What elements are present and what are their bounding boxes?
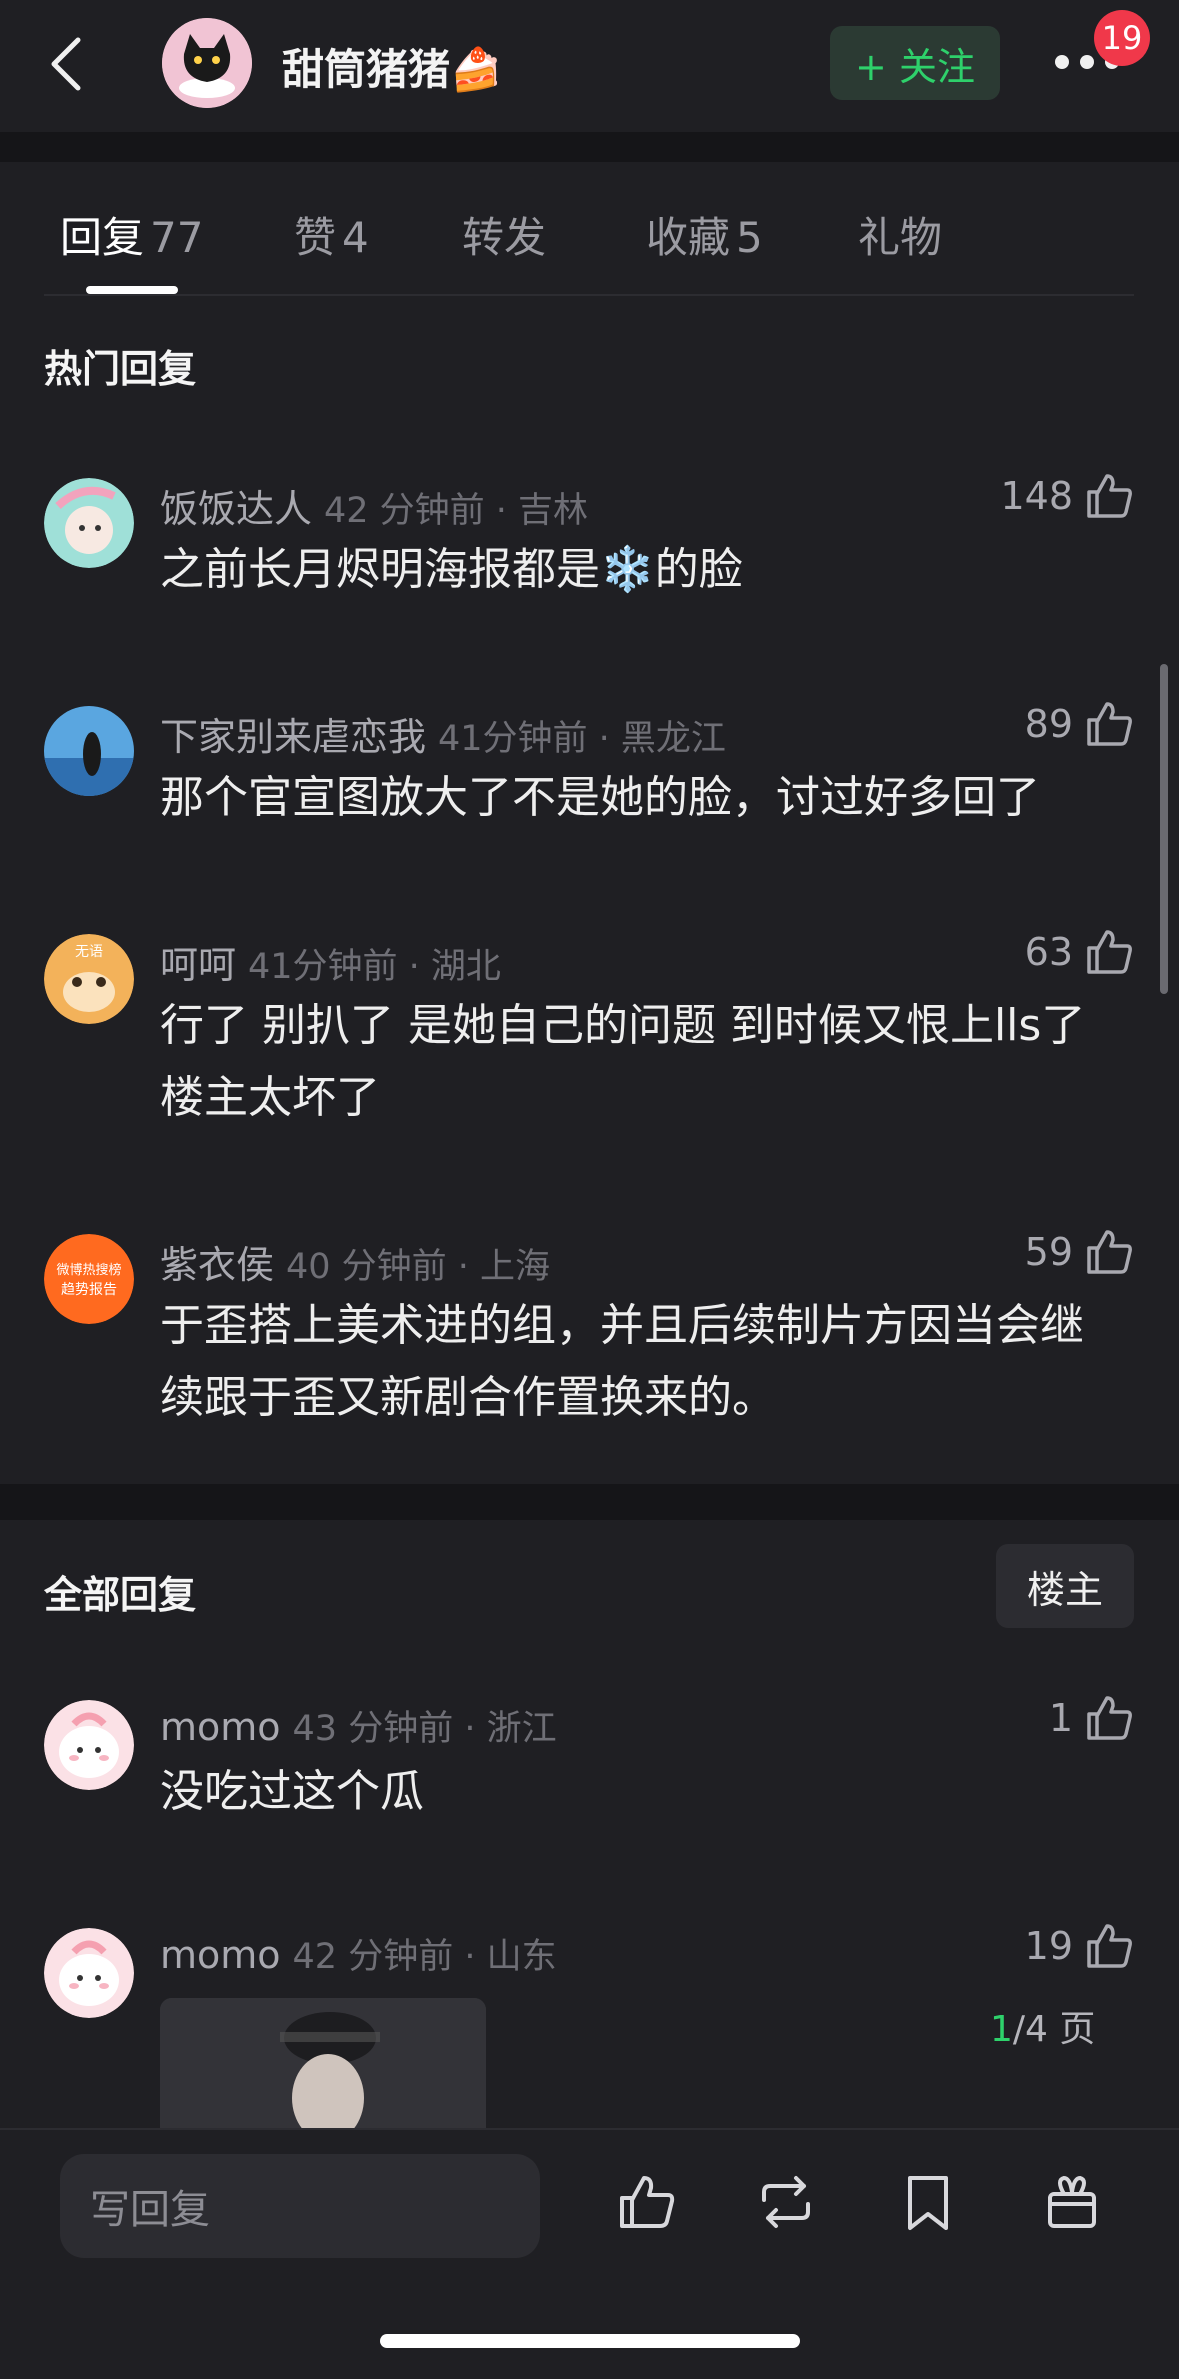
- comment-image[interactable]: [160, 1998, 486, 2128]
- thumbs-up-icon: [1087, 1924, 1132, 1968]
- comment-text: 没吃过这个瓜: [160, 1766, 424, 1817]
- tab-likes[interactable]: 赞4: [294, 204, 369, 265]
- commenter-name[interactable]: momo: [160, 1705, 281, 1749]
- tab-divider: [44, 294, 1134, 296]
- like-control[interactable]: 148: [1000, 470, 1135, 522]
- commenter-name[interactable]: 饭饭达人: [160, 487, 312, 531]
- tab-label: 转发: [462, 213, 547, 262]
- comment-item[interactable]: 无语 呵呵 41分钟前 · 湖北 63 行了 别扒了 是她自己的问题 到时候又恨上…: [0, 930, 1179, 1154]
- total-pages: /4 页: [1012, 2009, 1096, 2050]
- like-count: 89: [1024, 702, 1073, 746]
- comment-time-location: 40 分钟前 · 上海: [286, 1247, 551, 1287]
- avatar[interactable]: [44, 706, 134, 796]
- comment-item[interactable]: 下家别来虐恋我 41分钟前 · 黑龙江 89 那个官宣图放大了不是她的脸，讨过好多…: [0, 702, 1179, 856]
- avatar[interactable]: [44, 478, 134, 568]
- avatar[interactable]: 无语: [44, 934, 134, 1024]
- section-divider: [0, 132, 1179, 162]
- comment-item[interactable]: momo 43 分钟前 · 浙江 1 没吃过这个瓜: [0, 1696, 1179, 1850]
- username-title[interactable]: 甜筒猪猪🍰: [282, 36, 502, 97]
- current-page: 1: [990, 2009, 1013, 2050]
- commenter-name[interactable]: 紫衣侯: [160, 1243, 274, 1287]
- like-count: 19: [1024, 1924, 1073, 1968]
- tab-label: 收藏: [646, 213, 731, 262]
- avatar-caption: 微博热搜榜: [56, 1262, 121, 1278]
- avatar-caption: 无语: [75, 944, 103, 960]
- avatar-caption: 趋势报告: [61, 1282, 117, 1298]
- bookmark-icon[interactable]: [896, 2170, 960, 2234]
- comment-text: 之前长月烬明海报都是❄️的脸: [160, 544, 743, 595]
- tab-reposts[interactable]: 转发: [462, 204, 546, 265]
- avatar[interactable]: [44, 1700, 134, 1790]
- top-nav-bar: 甜筒猪猪🍰 + 关注 19: [0, 0, 1179, 132]
- thumbs-up-icon: [1087, 474, 1132, 518]
- user-avatar[interactable]: [162, 18, 252, 108]
- like-icon[interactable]: [614, 2170, 678, 2234]
- tab-favorites[interactable]: 收藏 5: [646, 204, 763, 265]
- tab-gifts[interactable]: 礼物: [858, 204, 942, 265]
- follow-button[interactable]: + 关注: [830, 26, 1000, 100]
- all-replies-title: 全部回复: [44, 1573, 197, 1617]
- tab-replies[interactable]: 回复 77: [60, 204, 203, 265]
- comment-meta: 呵呵 41分钟前 · 湖北: [160, 934, 501, 989]
- repost-icon[interactable]: [754, 2170, 818, 2234]
- comment-time-location: 42 分钟前 · 山东: [292, 1937, 557, 1977]
- comment-text: 那个官宣图放大了不是她的脸，讨过好多回了: [160, 772, 1040, 823]
- portrait-photo-icon: [160, 1998, 486, 2128]
- tab-bar: 回复 77 赞4 转发 收藏 5 礼物: [0, 162, 1179, 296]
- comment-text: 行了 别扒了 是她自己的问题 到时候又恨上lls了 楼主太坏了: [160, 1000, 1086, 1123]
- like-control[interactable]: 1: [1049, 1692, 1135, 1744]
- scrollbar[interactable]: [1160, 664, 1168, 994]
- back-arrow-icon[interactable]: [44, 34, 88, 94]
- tab-count: 77: [150, 213, 204, 262]
- active-tab-indicator: [86, 286, 178, 294]
- page-indicator[interactable]: 1/4 页: [990, 2000, 1095, 2052]
- avatar[interactable]: 微博热搜榜 趋势报告: [44, 1234, 134, 1324]
- owner-only-filter-button[interactable]: 楼主: [996, 1544, 1134, 1628]
- tab-label: 回复: [60, 213, 145, 262]
- comment-time-location: 41分钟前 · 黑龙江: [438, 719, 726, 759]
- thumbs-up-icon: [1087, 702, 1132, 746]
- comment-text: 于歪搭上美术进的组，并且后续制片方因当会继续跟于歪又新剧合作置换来的。: [160, 1300, 1084, 1423]
- follow-button-label: + 关注: [855, 44, 975, 89]
- tab-count: 5: [736, 213, 763, 262]
- commenter-name[interactable]: momo: [160, 1933, 281, 1977]
- like-control[interactable]: 59: [1025, 1226, 1135, 1278]
- like-count: 59: [1024, 1230, 1073, 1274]
- avatar[interactable]: [44, 1928, 134, 2018]
- comment-meta: 饭饭达人 42 分钟前 · 吉林: [160, 478, 588, 533]
- thumbs-up-icon: [1087, 930, 1132, 974]
- tab-count: 4: [342, 213, 369, 262]
- comment-meta: momo 42 分钟前 · 山东: [160, 1928, 557, 1979]
- comment-meta: 紫衣侯 40 分钟前 · 上海: [160, 1234, 550, 1289]
- commenter-name[interactable]: 下家别来虐恋我: [160, 715, 426, 759]
- cat-avatar-icon: [162, 18, 252, 108]
- commenter-name[interactable]: 呵呵: [160, 943, 236, 987]
- like-count: 1: [1048, 1696, 1073, 1740]
- home-indicator[interactable]: [380, 2334, 800, 2348]
- notification-badge: 19: [1094, 10, 1150, 66]
- hot-replies-title: 热门回复: [44, 347, 197, 391]
- reply-input[interactable]: 写回复: [60, 2154, 540, 2258]
- comment-time-location: 41分钟前 · 湖北: [248, 947, 501, 987]
- like-control[interactable]: 63: [1025, 926, 1135, 978]
- thumbs-up-icon: [1087, 1230, 1132, 1274]
- comment-meta: 下家别来虐恋我 41分钟前 · 黑龙江: [160, 706, 726, 761]
- like-count: 63: [1024, 930, 1073, 974]
- comment-time-location: 43 分钟前 · 浙江: [292, 1709, 557, 1749]
- comment-item[interactable]: 微博热搜榜 趋势报告 紫衣侯 40 分钟前 · 上海 59 于歪搭上美术进的组，并…: [0, 1230, 1179, 1454]
- comment-meta: momo 43 分钟前 · 浙江: [160, 1700, 557, 1751]
- like-count: 148: [1000, 474, 1073, 518]
- like-control[interactable]: 19: [1025, 1920, 1135, 1972]
- gift-icon[interactable]: [1040, 2170, 1104, 2234]
- thumbs-up-icon: [1087, 1696, 1132, 1740]
- like-control[interactable]: 89: [1025, 698, 1135, 750]
- comment-time-location: 42 分钟前 · 吉林: [324, 491, 589, 531]
- section-divider: [0, 1484, 1179, 1520]
- tab-label: 赞: [294, 213, 337, 262]
- comment-item[interactable]: 饭饭达人 42 分钟前 · 吉林 148 之前长月烬明海报都是❄️的脸: [0, 474, 1179, 628]
- tab-label: 礼物: [858, 213, 943, 262]
